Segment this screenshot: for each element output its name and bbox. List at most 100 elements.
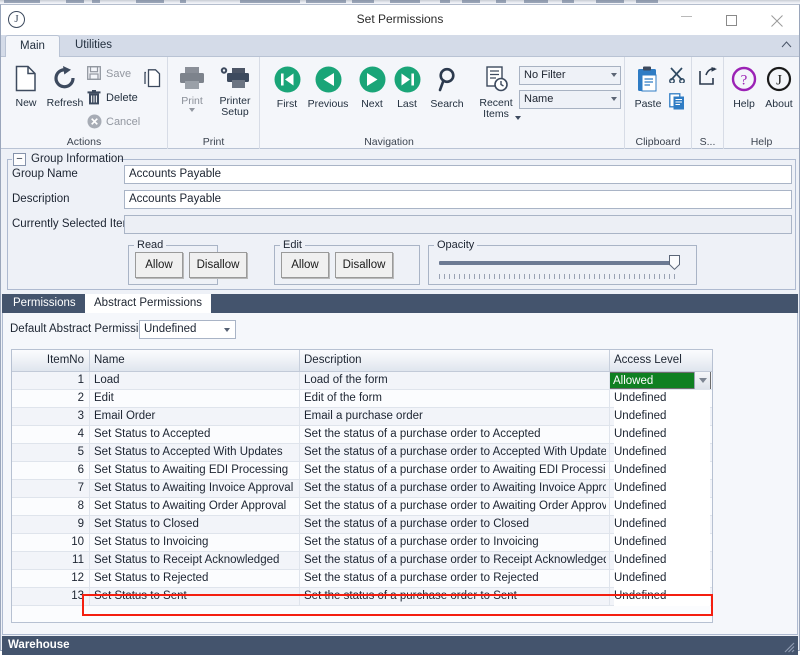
table-row[interactable]: 12Set Status to RejectedSet the status o…	[12, 570, 712, 588]
ribbon-button-recent-items[interactable]: Recent Items	[471, 66, 521, 121]
read-allow-button[interactable]: Allow	[135, 252, 183, 278]
title-bar[interactable]: J Set Permissions	[1, 5, 799, 35]
ribbon-button-about[interactable]: J About	[760, 66, 798, 110]
table-row[interactable]: 5Set Status to Accepted With UpdatesSet …	[12, 444, 712, 462]
cell-access-level[interactable]: Undefined	[614, 408, 710, 426]
tab-utilities[interactable]: Utilities	[61, 35, 126, 57]
ribbon-button-send[interactable]	[696, 67, 720, 91]
table-row[interactable]: 3Email OrderEmail a purchase orderUndefi…	[12, 408, 712, 426]
table-row[interactable]: 2EditEdit of the formUndefined	[12, 390, 712, 408]
cell-divider	[89, 444, 90, 462]
minimize-button[interactable]	[664, 5, 709, 35]
field-combo-value: Name	[524, 93, 553, 105]
column-header-description[interactable]: Description	[304, 350, 604, 371]
chevron-up-icon[interactable]	[781, 39, 792, 51]
ribbon-label-paste: Paste	[635, 98, 662, 110]
ribbon-button-previous[interactable]: Previous	[303, 66, 353, 110]
table-row[interactable]: 4Set Status to AcceptedSet the status of…	[12, 426, 712, 444]
tab-main[interactable]: Main	[5, 35, 60, 58]
tab-abstract-permissions[interactable]: Abstract Permissions	[85, 294, 211, 313]
read-legend: Read	[134, 239, 166, 251]
table-row[interactable]: 1LoadLoad of the formAllowed	[12, 372, 712, 390]
table-row[interactable]: 10Set Status to InvoicingSet the status …	[12, 534, 712, 552]
access-level-dropdown[interactable]: Allowed	[610, 372, 711, 389]
column-header-name[interactable]: Name	[94, 350, 289, 371]
cell-access-level[interactable]: Undefined	[614, 498, 710, 516]
cell-divider	[609, 516, 610, 534]
read-disallow-button[interactable]: Disallow	[189, 252, 247, 278]
cell-divider	[89, 534, 90, 552]
cell-description: Set the status of a purchase order to Re…	[304, 570, 606, 587]
chevron-down-icon[interactable]	[611, 73, 617, 77]
table-row[interactable]: 6Set Status to Awaiting EDI ProcessingSe…	[12, 462, 712, 480]
collapse-minus-icon[interactable]: −	[13, 153, 26, 166]
cell-divider	[299, 372, 300, 390]
ribbon-button-cancel[interactable]: Cancel	[87, 114, 149, 130]
cell-access-level[interactable]: Undefined	[614, 534, 710, 552]
opacity-fieldset: Opacity	[428, 245, 697, 285]
chevron-down-icon[interactable]	[224, 328, 230, 332]
tab-permissions[interactable]: Permissions	[4, 294, 85, 313]
maximize-button[interactable]	[709, 5, 754, 35]
ribbon-button-copy[interactable]	[667, 93, 687, 116]
ribbon-button-print[interactable]: Print	[174, 66, 210, 112]
ribbon-button-paste[interactable]: Paste	[628, 66, 668, 110]
ribbon-button-last[interactable]: Last	[388, 66, 426, 110]
table-row[interactable]: 7Set Status to Awaiting Invoice Approval…	[12, 480, 712, 498]
ribbon-button-search[interactable]: Search	[423, 66, 471, 110]
group-information-title: Group Information	[31, 153, 124, 165]
ribbon-button-help[interactable]: ? Help	[727, 66, 761, 110]
cell-itemno: 1	[12, 372, 84, 389]
ribbon-button-cut[interactable]	[667, 67, 687, 89]
print-dropdown-arrow-icon[interactable]	[189, 108, 195, 112]
opacity-slider-track[interactable]	[439, 261, 677, 265]
chevron-down-icon[interactable]	[694, 372, 710, 389]
resize-grip-icon[interactable]	[783, 641, 795, 653]
svg-text:J: J	[776, 73, 782, 89]
ribbon-button-printer-setup[interactable]: Printer Setup	[212, 66, 258, 119]
group-name-input[interactable]: Accounts Payable	[124, 165, 792, 184]
ribbon-button-delete[interactable]: Delete	[87, 90, 149, 106]
cell-access-level[interactable]: Undefined	[614, 516, 710, 534]
cell-divider	[609, 390, 610, 408]
cell-access-level[interactable]: Undefined	[614, 426, 710, 444]
cell-access-level[interactable]: Undefined	[614, 462, 710, 480]
cell-divider	[609, 444, 610, 462]
ribbon-button-first[interactable]: First	[268, 66, 306, 110]
cell-divider	[299, 390, 300, 408]
cell-access-level[interactable]: Undefined	[614, 480, 710, 498]
cell-description: Set the status of a purchase order to Ac…	[304, 444, 606, 461]
cell-name: Set Status to Accepted With Updates	[94, 444, 294, 461]
cell-access-level[interactable]: Undefined	[614, 570, 710, 588]
chevron-down-icon[interactable]	[611, 97, 617, 101]
filter-combo[interactable]: No Filter	[519, 66, 621, 85]
ribbon-button-next[interactable]: Next	[352, 66, 392, 110]
cell-itemno: 6	[12, 462, 84, 479]
opacity-slider-thumb[interactable]	[669, 255, 680, 270]
cell-access-level[interactable]: Undefined	[614, 588, 710, 606]
close-button[interactable]	[754, 5, 799, 35]
cell-divider	[89, 408, 90, 426]
table-row[interactable]: 9Set Status to ClosedSet the status of a…	[12, 516, 712, 534]
field-combo[interactable]: Name	[519, 90, 621, 109]
currently-selected-item-input[interactable]	[124, 215, 792, 234]
cell-divider	[299, 462, 300, 480]
table-row[interactable]: 13Set Status to SentSet the status of a …	[12, 588, 712, 606]
cell-access-level[interactable]: Undefined	[614, 552, 710, 570]
edit-allow-button[interactable]: Allow	[281, 252, 329, 278]
abstract-permissions-grid[interactable]: ItemNo Name Description Access Level 1Lo…	[11, 349, 713, 623]
ribbon-button-refresh[interactable]: Refresh	[41, 65, 89, 109]
default-abstract-permission-combo[interactable]: Undefined	[139, 320, 236, 339]
ribbon-button-copy-pages[interactable]	[141, 69, 163, 94]
recent-items-dropdown-arrow-icon[interactable]	[515, 116, 521, 120]
table-row[interactable]: 8Set Status to Awaiting Order ApprovalSe…	[12, 498, 712, 516]
table-row[interactable]: 11Set Status to Receipt AcknowledgedSet …	[12, 552, 712, 570]
cell-access-level[interactable]: Undefined	[614, 390, 710, 408]
copy-pages-icon	[141, 69, 163, 92]
column-header-access-level[interactable]: Access Level	[614, 350, 710, 371]
description-input[interactable]: Accounts Payable	[124, 190, 792, 209]
cell-access-level[interactable]: Undefined	[614, 444, 710, 462]
ribbon-button-save[interactable]: Save	[87, 66, 149, 82]
edit-disallow-button[interactable]: Disallow	[335, 252, 393, 278]
column-header-itemno[interactable]: ItemNo	[12, 350, 84, 371]
